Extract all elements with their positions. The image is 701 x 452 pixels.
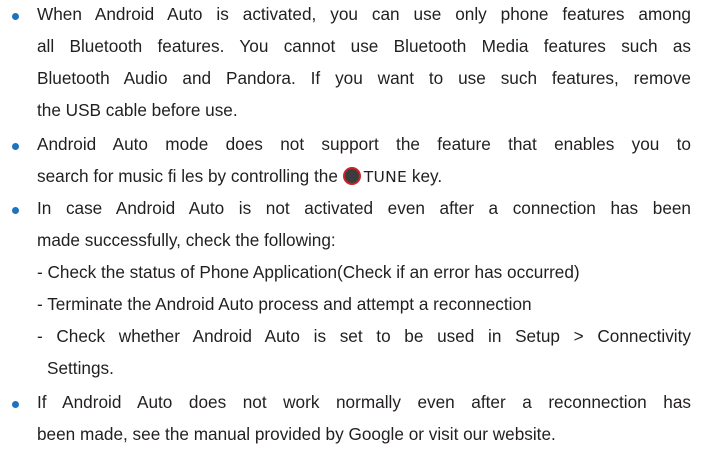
bullet-marker bbox=[12, 207, 19, 214]
check-item-1: - Check the status of Phone Application(… bbox=[37, 262, 580, 282]
bullet-3-line-1: In case Android Auto is not activated ev… bbox=[37, 198, 691, 218]
bullet-1-line-1: When Android Auto is activated, you can … bbox=[37, 4, 691, 24]
check-item-3: - Check whether Android Auto is set to b… bbox=[37, 326, 691, 346]
bullet-2-line-2: search for music fi les by controlling t… bbox=[37, 166, 442, 187]
tune-key-label: TUNE bbox=[363, 168, 408, 186]
bullet-1-line-4: the USB cable before use. bbox=[37, 100, 238, 120]
bullet-marker bbox=[12, 143, 19, 150]
tune-key-suffix: key. bbox=[407, 166, 443, 186]
bullet-4-line-1: If Android Auto does not work normally e… bbox=[37, 392, 691, 412]
bullet-1-line-2: all Bluetooth features. You cannot use B… bbox=[37, 36, 691, 56]
bullet-marker bbox=[12, 13, 19, 20]
bullet-4-line-2: been made, see the manual provided by Go… bbox=[37, 424, 556, 444]
tune-knob-icon bbox=[342, 167, 361, 185]
bullet-marker bbox=[12, 401, 19, 408]
check-item-3-continued: Settings. bbox=[47, 358, 114, 378]
bullet-2-line-2-text: search for music fi les by controlling t… bbox=[37, 166, 338, 186]
check-item-2: - Terminate the Android Auto process and… bbox=[37, 294, 532, 314]
bullet-3-line-2: made successfully, check the following: bbox=[37, 230, 336, 250]
bullet-2-line-1: Android Auto mode does not support the f… bbox=[37, 134, 691, 154]
bullet-1-line-3: Bluetooth Audio and Pandora. If you want… bbox=[37, 68, 691, 88]
